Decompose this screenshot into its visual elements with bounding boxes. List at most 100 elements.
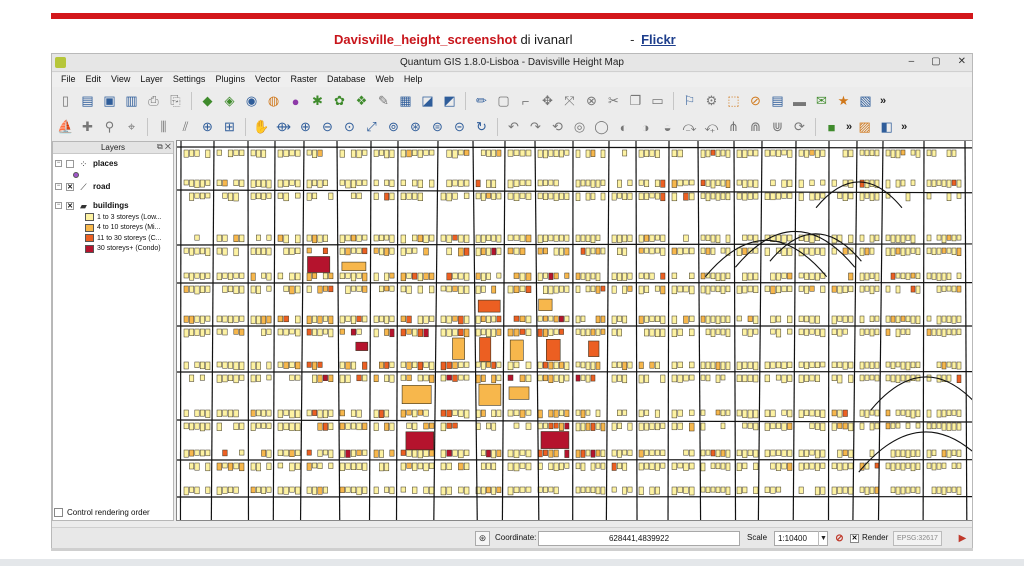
python-console-icon[interactable]: ■: [822, 118, 841, 137]
measure-icon[interactable]: ▬: [790, 92, 809, 111]
label-tool-icon[interactable]: ⚐: [680, 92, 699, 111]
refresh-icon[interactable]: ↻: [472, 118, 491, 137]
undo-icon[interactable]: ↶: [504, 118, 523, 137]
control-rendering-order-checkbox[interactable]: [54, 508, 63, 517]
show-bookmarks-icon[interactable]: ▧: [856, 92, 875, 111]
map-tips-icon[interactable]: ✉: [812, 92, 831, 111]
copy-features-icon[interactable]: ❐: [626, 92, 645, 111]
add-delimited-text-icon[interactable]: ◪: [418, 92, 437, 111]
add-ring-icon[interactable]: ◯: [592, 118, 611, 137]
zoom-to-selection-icon[interactable]: ⊚: [384, 118, 403, 137]
add-wfs-layer-icon[interactable]: ❖: [352, 92, 371, 111]
scale-dropdown-icon[interactable]: ▼: [818, 531, 828, 546]
select-features-icon[interactable]: ⬚: [724, 92, 743, 111]
raster-stretch-icon[interactable]: ⫽: [176, 118, 195, 137]
expand-road-icon[interactable]: −: [55, 183, 62, 190]
attribute-table-icon[interactable]: ▤: [768, 92, 787, 111]
render-checkbox[interactable]: ✕: [850, 534, 859, 543]
map-canvas-svg[interactable]: [177, 141, 973, 521]
control-rendering-order[interactable]: Control rendering order: [54, 508, 150, 517]
crs-status-button[interactable]: EPSG:32617: [893, 531, 942, 546]
node-tool-icon[interactable]: ⤧: [560, 92, 579, 111]
add-raster-layer-icon[interactable]: ◈: [220, 92, 239, 111]
close-button[interactable]: ✕: [958, 56, 966, 67]
delete-selected-icon[interactable]: ⊗: [582, 92, 601, 111]
menu-help[interactable]: Help: [399, 73, 428, 87]
menu-view[interactable]: View: [106, 73, 135, 87]
menu-raster[interactable]: Raster: [285, 73, 322, 87]
move-feature-icon[interactable]: ✥: [538, 92, 557, 111]
toolbar-overflow-2-icon[interactable]: »: [846, 121, 852, 133]
composer-manager-icon[interactable]: ⎘: [166, 92, 185, 111]
zoom-out-icon[interactable]: ⊖: [318, 118, 337, 137]
zoom-full-icon[interactable]: ⤢: [362, 118, 381, 137]
toggle-extents-icon[interactable]: ⊛: [475, 531, 490, 546]
split-features-icon[interactable]: ⋔: [724, 118, 743, 137]
maximize-button[interactable]: ▢: [931, 56, 940, 67]
simplify-icon[interactable]: ◎: [570, 118, 589, 137]
map-canvas[interactable]: [176, 140, 973, 521]
coordinate-capture-icon[interactable]: ⌖: [122, 118, 141, 137]
menu-database[interactable]: Database: [322, 73, 371, 87]
rotate-point-icon[interactable]: ⟲: [548, 118, 567, 137]
gps-icon[interactable]: ⛵: [56, 118, 75, 137]
stop-render-icon[interactable]: ⊘: [833, 532, 846, 545]
panel-float-close-icon[interactable]: ⧉ ✕: [157, 142, 171, 152]
menu-plugins[interactable]: Plugins: [210, 73, 250, 87]
layer-buildings[interactable]: − ✕ ▰ buildings: [55, 199, 171, 212]
save-project-icon[interactable]: ▣: [100, 92, 119, 111]
delete-ring-icon[interactable]: ◑: [636, 118, 655, 137]
offset-curve-icon[interactable]: ⤽: [702, 118, 721, 137]
toolbar-overflow-3-icon[interactable]: »: [901, 121, 907, 133]
minimize-button[interactable]: –: [909, 56, 915, 67]
layer-places[interactable]: − ⁘ places: [55, 157, 171, 170]
open-project-icon[interactable]: ▤: [78, 92, 97, 111]
add-mssql-layer-icon[interactable]: ●: [286, 92, 305, 111]
plugin-settings-icon[interactable]: ⚙: [702, 92, 721, 111]
places-visibility-checkbox[interactable]: [66, 159, 74, 168]
menu-settings[interactable]: Settings: [168, 73, 211, 87]
capture-icon[interactable]: ⚲: [100, 118, 119, 137]
messages-icon[interactable]: ▶: [955, 531, 970, 546]
deselect-icon[interactable]: ⊘: [746, 92, 765, 111]
add-postgis-layer-icon[interactable]: ◉: [242, 92, 261, 111]
new-shapefile-icon[interactable]: ✎: [374, 92, 393, 111]
zoom-next-icon[interactable]: ⊝: [450, 118, 469, 137]
new-spatialite-icon[interactable]: ▦: [396, 92, 415, 111]
new-bookmark-icon[interactable]: ★: [834, 92, 853, 111]
pan-map-icon[interactable]: ✋: [252, 118, 271, 137]
menu-edit[interactable]: Edit: [81, 73, 107, 87]
menu-layer[interactable]: Layer: [135, 73, 168, 87]
coordinate-field[interactable]: 628441,4839922: [538, 531, 740, 546]
snapping-icon[interactable]: ✚: [78, 118, 97, 137]
georeferencer-icon[interactable]: ⊕: [198, 118, 217, 137]
zoom-actual-size-icon[interactable]: ⊙: [340, 118, 359, 137]
menu-vector[interactable]: Vector: [250, 73, 286, 87]
toolbar-overflow-icon[interactable]: »: [880, 95, 886, 107]
add-oracle-layer-icon[interactable]: ◩: [440, 92, 459, 111]
print-composer-icon[interactable]: ⎙: [144, 92, 163, 111]
reshape-icon[interactable]: ⤼: [680, 118, 699, 137]
new-project-icon[interactable]: ▯: [56, 92, 75, 111]
delete-part-icon[interactable]: ◒: [658, 118, 677, 137]
merge-attributes-icon[interactable]: ⋓: [768, 118, 787, 137]
raster-histogram-icon[interactable]: ⫼: [154, 118, 173, 137]
cut-features-icon[interactable]: ✂: [604, 92, 623, 111]
save-as-icon[interactable]: ▥: [122, 92, 141, 111]
expand-buildings-icon[interactable]: −: [55, 202, 62, 209]
add-wms-layer-icon[interactable]: ✱: [308, 92, 327, 111]
grid-icon[interactable]: ⊞: [220, 118, 239, 137]
zoom-to-layer-icon[interactable]: ⊛: [406, 118, 425, 137]
flickr-link[interactable]: Flickr: [641, 32, 676, 47]
d2-plugin-icon[interactable]: ◧: [877, 118, 896, 137]
add-part-icon[interactable]: ◐: [614, 118, 633, 137]
pan-to-selected-icon[interactable]: ⟴: [274, 118, 293, 137]
buildings-visibility-checkbox[interactable]: ✕: [66, 201, 74, 210]
help-icon[interactable]: ▨: [855, 118, 874, 137]
rotate-label-icon[interactable]: ⟳: [790, 118, 809, 137]
menu-file[interactable]: File: [56, 73, 81, 87]
merge-features-icon[interactable]: ⋒: [746, 118, 765, 137]
expand-places-icon[interactable]: −: [55, 160, 62, 167]
road-visibility-checkbox[interactable]: ✕: [66, 182, 74, 191]
paste-features-icon[interactable]: ▭: [648, 92, 667, 111]
